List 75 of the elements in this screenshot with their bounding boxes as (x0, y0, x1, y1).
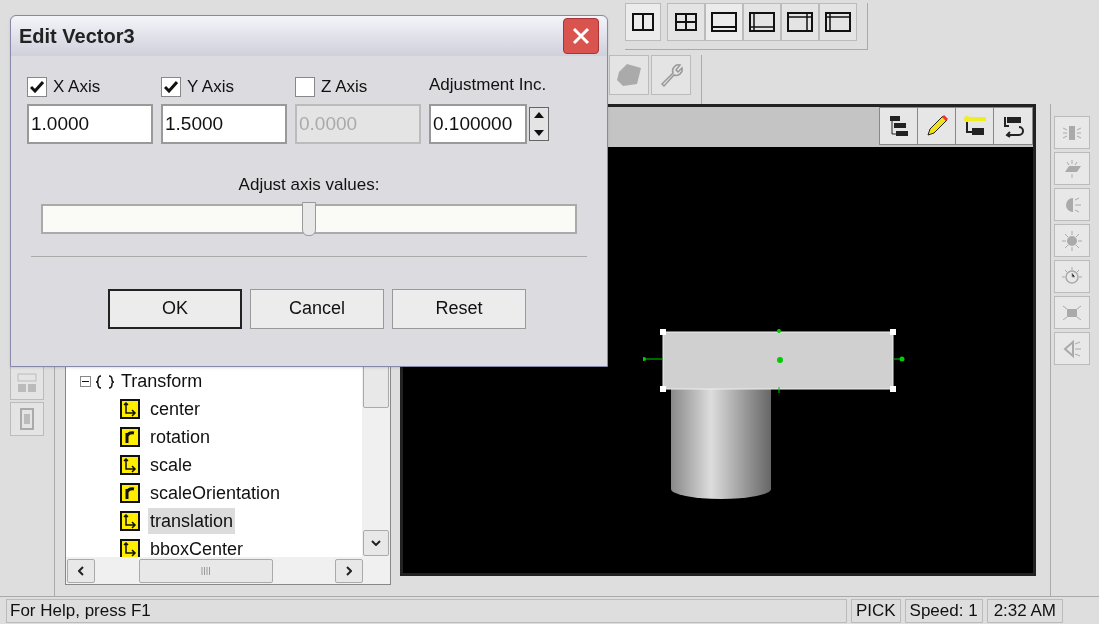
top-pane-layout-icon (825, 12, 851, 32)
down-arrow-icon (534, 130, 544, 136)
right-split-view-button[interactable] (781, 3, 819, 41)
lamp-node-icon (961, 114, 988, 138)
wrench-icon (658, 62, 684, 88)
axis-checkbox[interactable] (161, 77, 181, 97)
tag-icon (615, 62, 643, 88)
chevron-down-icon (371, 540, 381, 546)
rotation-field-icon (120, 483, 140, 503)
axis-value-field[interactable]: 1.0000 (27, 104, 153, 144)
scrollbar-thumb[interactable] (139, 558, 273, 583)
checkmark-icon (30, 81, 44, 93)
cone-light-icon (1061, 337, 1083, 360)
left-pane-layout-icon (749, 12, 775, 32)
increment-label: Adjustment Inc. (429, 74, 548, 96)
switch-icon (20, 408, 34, 430)
group-node-icon (95, 372, 117, 390)
switch-tool-button[interactable] (10, 402, 44, 436)
scrollbar-thumb[interactable] (363, 364, 389, 408)
tree-item[interactable]: center (148, 396, 203, 422)
dialog-title: Edit Vector3 (19, 24, 135, 49)
lod-tool-button[interactable] (10, 366, 44, 400)
axis-label: Z Axis (321, 76, 368, 99)
scroll-left-button[interactable] (67, 558, 95, 583)
quad-view-button[interactable] (667, 3, 705, 41)
chevron-right-icon (346, 565, 352, 576)
sun-icon (1061, 229, 1083, 252)
loop-node-icon (1001, 114, 1025, 138)
axis-label: X Axis (53, 76, 101, 99)
increment-field[interactable]: 0.100000 (429, 104, 527, 144)
status-mode: PICK (850, 598, 901, 623)
collapse-toggle[interactable] (80, 375, 91, 387)
tree-item[interactable]: translation (148, 508, 236, 534)
status-help-text: For Help, press F1 (6, 598, 847, 623)
tree-item[interactable]: scaleOrientation (148, 480, 283, 506)
axis-value-field[interactable]: 1.5000 (161, 104, 287, 144)
node-stack-icon (887, 114, 910, 138)
close-button[interactable] (563, 18, 599, 54)
two-pane-layout-icon (632, 13, 654, 31)
up-arrow-icon (534, 112, 544, 118)
pencil-icon (924, 114, 949, 138)
axis-checkbox[interactable] (295, 77, 315, 97)
dialog-button[interactable]: Cancel (250, 288, 384, 329)
axes-field-icon (120, 455, 140, 475)
status-time: 2:32 AM (986, 598, 1063, 623)
axis-checkbox[interactable] (27, 77, 47, 97)
four-pane-layout-icon (675, 13, 697, 31)
bottom-split-view-button[interactable] (705, 3, 743, 41)
tree-item[interactable]: scale (148, 452, 195, 478)
scroll-down-button[interactable] (363, 530, 389, 556)
grip-icon (201, 566, 211, 575)
slider-thumb[interactable] (302, 201, 316, 236)
top-split-view-button[interactable] (819, 3, 857, 41)
single-view-button[interactable] (625, 3, 661, 41)
grid-icon (16, 372, 38, 394)
axes-field-icon (120, 399, 140, 419)
axes-field-icon (120, 511, 140, 531)
status-speed: Speed: 1 (904, 598, 983, 623)
axes-field-icon (120, 539, 140, 557)
spin-button[interactable] (529, 107, 549, 141)
close-icon (571, 26, 591, 46)
axis-label: Y Axis (187, 76, 234, 99)
dialog-button[interactable]: Reset (392, 288, 526, 329)
slider-label: Adjust axis values: (238, 174, 380, 196)
chevron-left-icon (78, 565, 84, 576)
scroll-right-button[interactable] (335, 558, 363, 583)
tree-item[interactable]: bboxCenter (148, 536, 246, 557)
bottom-pane-layout-icon (711, 12, 737, 32)
rotation-field-icon (120, 427, 140, 447)
dialog-button[interactable]: OK (108, 288, 242, 329)
left-split-view-button[interactable] (743, 3, 781, 41)
right-pane-layout-icon (787, 12, 813, 32)
tree-item[interactable]: rotation (148, 424, 213, 450)
tree-node-label[interactable]: Transform (121, 367, 203, 395)
checkmark-icon (164, 81, 178, 93)
